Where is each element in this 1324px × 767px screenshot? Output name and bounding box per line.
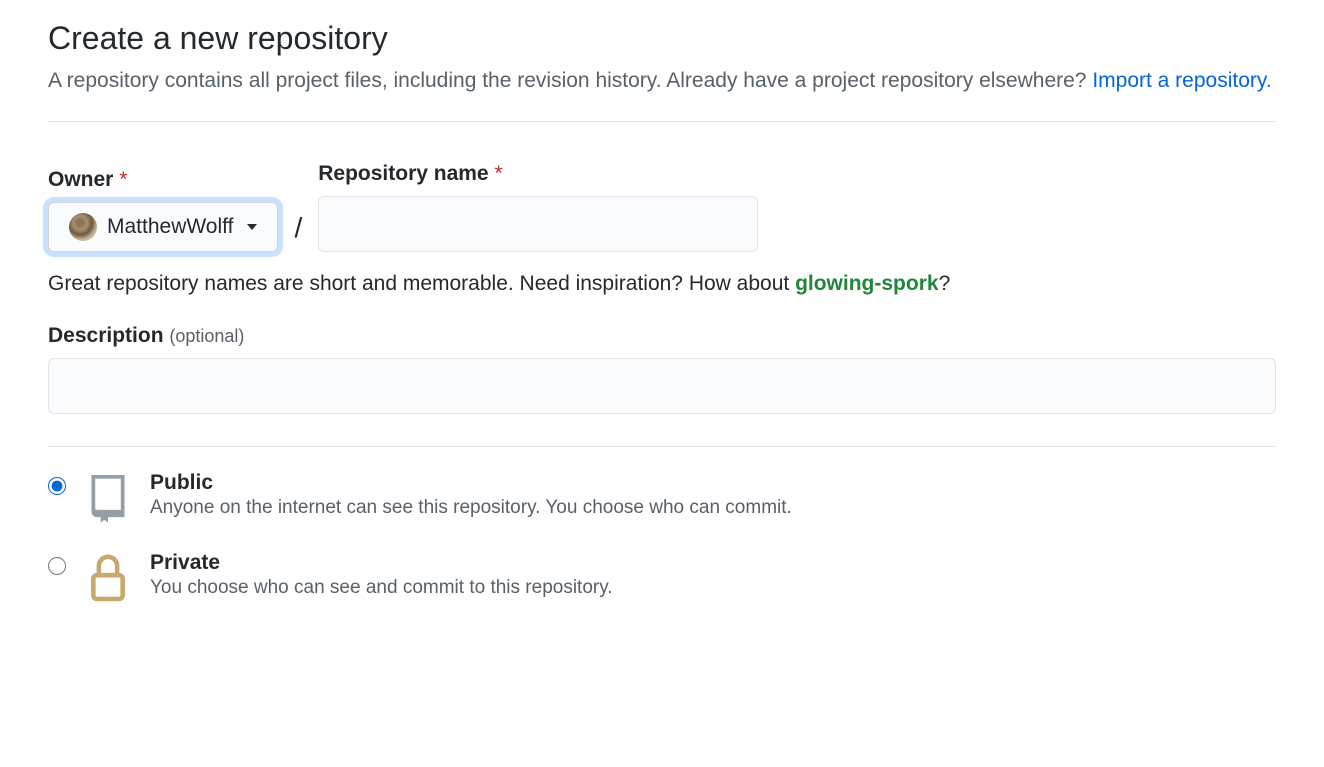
subtitle-text: A repository contains all project files,… (48, 69, 1092, 92)
required-asterisk: * (494, 162, 502, 185)
page-subtitle: A repository contains all project files,… (48, 65, 1276, 97)
description-input[interactable] (48, 358, 1276, 414)
owner-selected: MatthewWolff (107, 215, 233, 239)
visibility-public-option: Public Anyone on the internet can see th… (48, 471, 1276, 523)
private-radio[interactable] (48, 557, 66, 575)
private-option-text: Private You choose who can see and commi… (150, 551, 613, 599)
public-option-text: Public Anyone on the internet can see th… (150, 471, 792, 519)
page-title: Create a new repository (48, 20, 1276, 57)
avatar (69, 213, 97, 241)
private-desc: You choose who can see and commit to thi… (150, 577, 613, 599)
owner-field-group: Owner * MatthewWolff (48, 168, 278, 252)
suggestion-link[interactable]: glowing-spork (795, 272, 939, 295)
import-repository-link[interactable]: Import a repository. (1092, 69, 1271, 92)
divider (48, 446, 1276, 447)
public-radio[interactable] (48, 477, 66, 495)
visibility-private-option: Private You choose who can see and commi… (48, 551, 1276, 603)
owner-label: Owner * (48, 168, 278, 192)
repo-name-help: Great repository names are short and mem… (48, 272, 1276, 296)
required-asterisk: * (119, 168, 127, 191)
repo-name-input[interactable] (318, 196, 758, 252)
repo-icon (86, 471, 130, 523)
slash-separator: / (290, 212, 306, 252)
repo-name-field-group: Repository name * (318, 162, 758, 252)
owner-name-row: Owner * MatthewWolff / Repository name * (48, 162, 1276, 252)
chevron-down-icon (247, 224, 257, 230)
owner-dropdown[interactable]: MatthewWolff (48, 202, 278, 252)
public-title: Public (150, 471, 792, 495)
divider (48, 121, 1276, 122)
optional-label: (optional) (169, 326, 244, 346)
private-title: Private (150, 551, 613, 575)
description-label: Description (optional) (48, 324, 1276, 348)
lock-icon (86, 551, 130, 603)
public-desc: Anyone on the internet can see this repo… (150, 497, 792, 519)
repo-name-label: Repository name * (318, 162, 758, 186)
